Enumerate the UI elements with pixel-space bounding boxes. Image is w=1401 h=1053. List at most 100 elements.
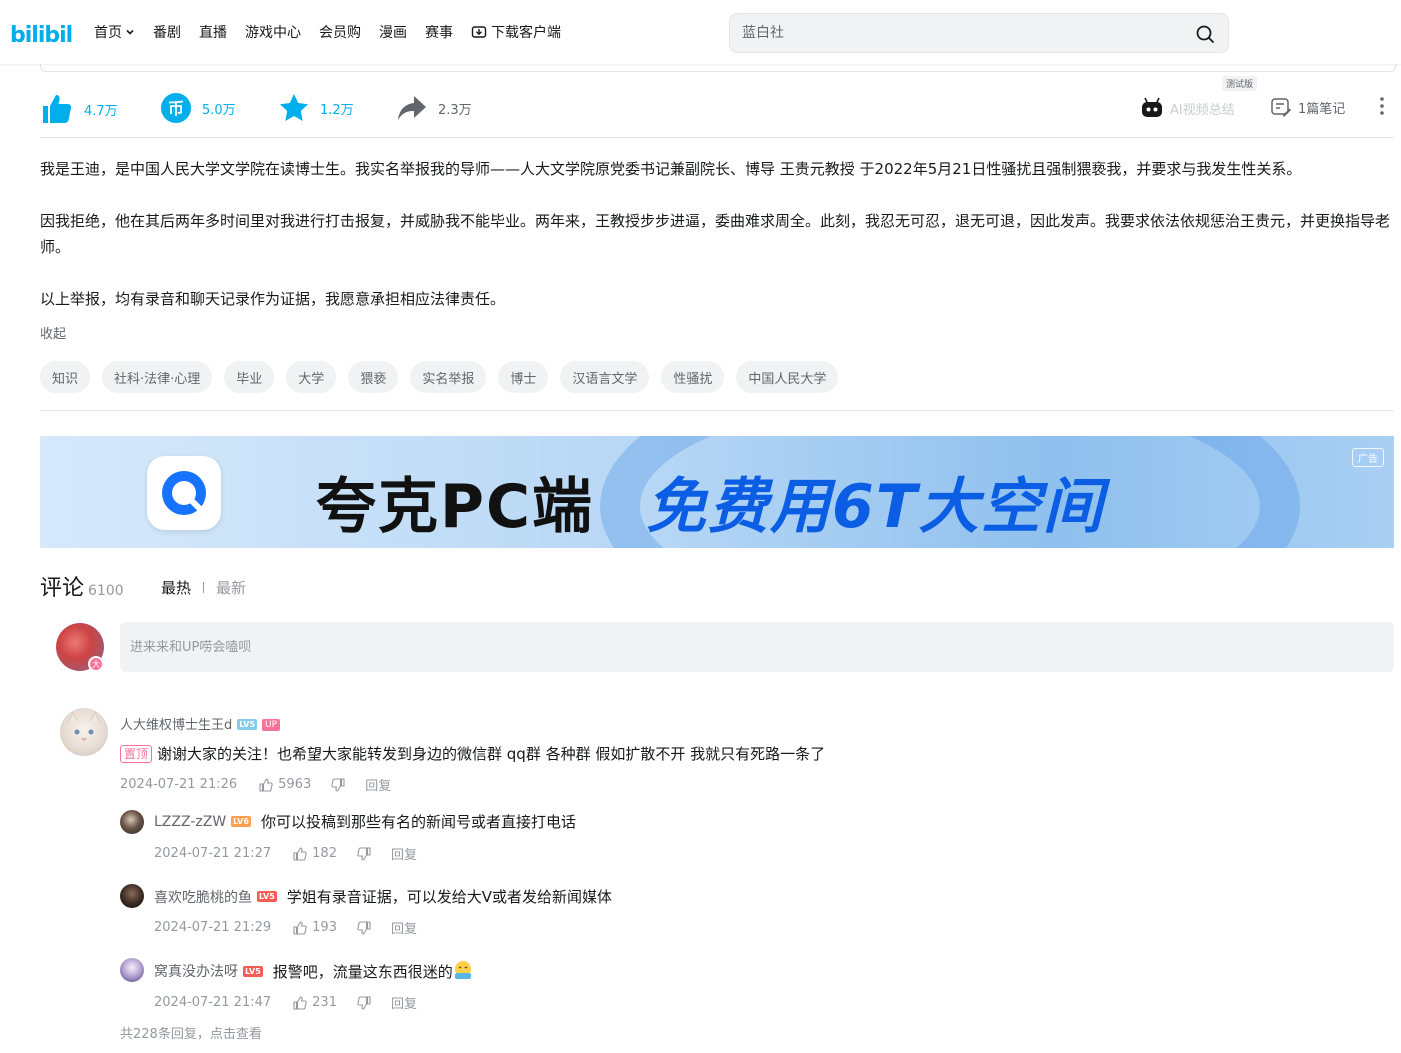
video-player-edge	[40, 64, 1396, 72]
reply-username[interactable]: 喜欢吃脆桃的鱼	[154, 887, 252, 907]
search-icon[interactable]	[1194, 23, 1216, 45]
reply-avatar[interactable]	[120, 958, 144, 982]
comment-dislike-button[interactable]	[331, 777, 345, 792]
search-box	[729, 13, 1229, 53]
comment-like-button[interactable]: 5963	[259, 777, 311, 792]
reply-dislike-button[interactable]	[357, 846, 371, 861]
notes-button[interactable]: 1篇笔记	[1270, 96, 1345, 118]
tag-item[interactable]: 性骚扰	[661, 361, 725, 393]
coin-button[interactable]: 币 5.0万	[160, 92, 236, 124]
tag-item[interactable]: 社科·法律·心理	[102, 361, 213, 393]
nav-game-center[interactable]: 游戏中心	[245, 22, 301, 42]
up-badge: UP	[262, 718, 281, 731]
reply-meta: 2024-07-21 21:47 231 回复	[154, 993, 417, 1012]
nav-esports[interactable]: 赛事	[425, 22, 453, 42]
bilibili-logo[interactable]: bilibili	[10, 16, 72, 48]
svg-text:bilibili: bilibili	[10, 23, 72, 48]
tag-item[interactable]: 猥亵	[348, 361, 399, 393]
view-more-replies-link[interactable]: 共228条回复，点击查看	[120, 1023, 262, 1042]
tag-item[interactable]: 知识	[40, 361, 91, 393]
comment-username[interactable]: 人大维权博士生王d	[120, 718, 232, 733]
reply-username[interactable]: LZZZ-zZW	[154, 814, 226, 830]
reply-time: 2024-07-21 21:47	[154, 995, 272, 1010]
beta-badge: 测试版	[1222, 76, 1258, 91]
tag-item[interactable]: 大学	[286, 361, 337, 393]
sort-hot-tab[interactable]: 最热	[161, 577, 191, 598]
reply-dislike-button[interactable]	[357, 920, 371, 935]
nav-download-client[interactable]: 下载客户端	[471, 22, 561, 42]
reply-reply-button[interactable]: 回复	[391, 993, 417, 1012]
emoji-icon	[454, 961, 471, 979]
favorite-button[interactable]: 1.2万	[278, 92, 354, 124]
comment-input[interactable]	[120, 622, 1394, 672]
nav-live[interactable]: 直播	[199, 22, 227, 42]
ad-label: 广告	[1352, 448, 1384, 467]
thumbs-up-icon	[43, 95, 72, 123]
top-header: bilibili 首页 番剧 直播 游戏中心 会员购 漫画 赛事 下载客户端	[0, 0, 1401, 64]
thumbs-up-outline-icon	[259, 777, 273, 792]
tag-item[interactable]: 汉语言文学	[560, 361, 650, 393]
nav-mall[interactable]: 会员购	[319, 22, 361, 42]
reply-like-button[interactable]: 231	[293, 995, 337, 1010]
search-input[interactable]	[742, 22, 1182, 44]
tag-item[interactable]: 实名举报	[410, 361, 487, 393]
tag-item[interactable]: 博士	[498, 361, 549, 393]
reply-dislike-button[interactable]	[357, 995, 371, 1010]
svg-text:币: 币	[168, 99, 184, 118]
banner-headline: 夸克PC端	[316, 472, 595, 542]
ai-robot-icon	[1142, 97, 1162, 117]
reply-text: 学姐有录音证据，可以发给大V或者发给新闻媒体	[286, 888, 613, 906]
description-paragraph: 因我拒绝，他在其后两年多时间里对我进行打击报复，并威胁我不能毕业。两年来，王教授…	[40, 212, 1391, 256]
sort-divider	[203, 582, 205, 593]
collapse-link[interactable]: 收起	[40, 323, 66, 342]
comments-sort: 最热 最新	[161, 577, 246, 598]
reply-avatar[interactable]	[120, 810, 144, 834]
comment-text: 谢谢大家的关注！也希望大家能转发到身边的微信群 qq群 各种群 假如扩散不开 我…	[157, 745, 826, 763]
level-badge: LV6	[231, 816, 251, 827]
thumbs-down-outline-icon	[357, 846, 371, 861]
more-vertical-icon[interactable]	[1374, 94, 1390, 118]
share-arrow-icon	[398, 96, 426, 120]
comment-reply-button[interactable]: 回复	[365, 775, 391, 794]
comment-meta: 2024-07-21 21:26 5963 回复	[120, 775, 391, 794]
like-button[interactable]: 4.7万	[40, 92, 118, 126]
nav-anime[interactable]: 番剧	[153, 22, 181, 42]
sort-new-tab[interactable]: 最新	[216, 577, 246, 598]
root-comment-header: 人大维权博士生王d LV5 UP	[120, 714, 281, 733]
thumbs-up-outline-icon	[293, 846, 307, 861]
ai-summary-button[interactable]: AI视频总结	[1140, 96, 1235, 120]
thumbs-up-outline-icon	[293, 995, 307, 1010]
avatar-badge-icon: 大	[88, 656, 104, 672]
reply-like-button[interactable]: 193	[293, 920, 337, 935]
commenter-avatar[interactable]	[60, 708, 108, 756]
reply-time: 2024-07-21 21:29	[154, 920, 272, 935]
tag-list: 知识 社科·法律·心理 毕业 大学 猥亵 实名举报 博士 汉语言文学 性骚扰 中…	[40, 361, 850, 393]
share-button[interactable]: 2.3万	[396, 92, 472, 124]
chevron-down-icon	[126, 29, 134, 35]
ad-banner[interactable]: 夸克PC端 免费用6T大空间 广告	[40, 436, 1394, 548]
description-paragraph: 我是王迪，是中国人民大学文学院在读博士生。我实名举报我的导师——人大文学院原党委…	[40, 160, 1302, 178]
reply-item: LZZZ-zZW LV6 你可以投稿到那些有名的新闻号或者直接打电话	[154, 811, 576, 832]
reply-username[interactable]: 窝真没办法呀	[154, 961, 238, 981]
reply-like-button[interactable]: 182	[293, 846, 337, 861]
comments-title: 评论	[40, 576, 85, 601]
reply-text: 你可以投稿到那些有名的新闻号或者直接打电话	[260, 813, 576, 831]
banner-subheadline: 免费用6T大空间	[646, 472, 1105, 542]
tag-item[interactable]: 毕业	[224, 361, 275, 393]
tag-item[interactable]: 中国人民大学	[736, 361, 839, 393]
reply-meta: 2024-07-21 21:27 182 回复	[154, 844, 417, 863]
reply-reply-button[interactable]: 回复	[391, 918, 417, 937]
reply-avatar[interactable]	[120, 884, 144, 908]
top-nav: 首页 番剧 直播 游戏中心 会员购 漫画 赛事 下载客户端	[94, 0, 579, 64]
thumbs-down-outline-icon	[357, 920, 371, 935]
reply-reply-button[interactable]: 回复	[391, 844, 417, 863]
note-icon	[1271, 98, 1291, 117]
reply-time: 2024-07-21 21:27	[154, 846, 272, 861]
nav-home[interactable]: 首页	[94, 22, 135, 42]
reply-item: 窝真没办法呀 LV5 报警吧，流量这东西很迷的	[154, 960, 473, 982]
reply-meta: 2024-07-21 21:29 193 回复	[154, 918, 417, 937]
level-badge: LV5	[243, 965, 263, 977]
star-icon	[280, 94, 308, 121]
download-icon	[471, 26, 487, 38]
nav-manga[interactable]: 漫画	[379, 22, 407, 42]
